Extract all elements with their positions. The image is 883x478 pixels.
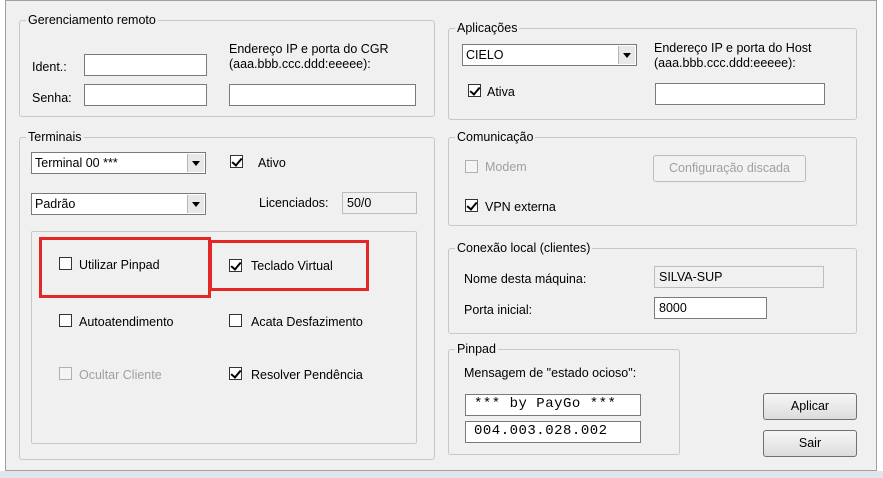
ident-input[interactable] xyxy=(84,54,207,76)
terminal-select-value: Terminal 00 *** xyxy=(35,156,118,170)
applications-group: Aplicações xyxy=(448,21,857,120)
ativa-label: Ativa xyxy=(487,85,515,99)
acata-desfazimento-checkbox[interactable] xyxy=(229,314,242,327)
check-icon xyxy=(230,367,242,379)
check-icon xyxy=(466,199,478,211)
idle-message-line1[interactable]: *** by PayGo *** xyxy=(465,394,641,416)
apply-button[interactable]: Aplicar xyxy=(763,393,857,420)
autoatendimento-checkbox[interactable] xyxy=(59,314,72,327)
senha-input[interactable] xyxy=(84,84,207,106)
machine-name-label: Nome desta máquina: xyxy=(464,272,587,286)
ident-label: Ident.: xyxy=(32,60,67,74)
dial-config-button: Configuração discada xyxy=(653,155,806,182)
taskbar-edge xyxy=(0,471,883,478)
chevron-down-icon[interactable] xyxy=(187,195,204,213)
idle-message-label: Mensagem de "estado ocioso": xyxy=(464,366,637,380)
ativo-label: Ativo xyxy=(258,156,286,170)
remote-management-legend: Gerenciamento remoto xyxy=(28,13,156,27)
pinpad-legend: Pinpad xyxy=(457,342,496,356)
application-select[interactable]: CIELO xyxy=(462,44,637,66)
resolver-pendencia-checkbox[interactable] xyxy=(229,367,242,380)
acata-desfazimento-label: Acata Desfazimento xyxy=(251,315,363,329)
start-port-input[interactable]: 8000 xyxy=(654,297,767,319)
ativo-checkbox[interactable] xyxy=(230,155,243,168)
idle-message-line2[interactable]: 004.003.028.002 xyxy=(465,421,641,443)
settings-dialog: Gerenciamento remoto Ident.: Senha: Ende… xyxy=(5,0,877,471)
start-port-label: Porta inicial: xyxy=(464,303,533,317)
cgr-label-line1: Endereço IP e porta do CGR xyxy=(229,42,389,56)
terminal-select[interactable]: Terminal 00 *** xyxy=(31,152,206,174)
terminals-legend: Terminais xyxy=(28,130,82,144)
modem-checkbox xyxy=(465,160,478,173)
mode-select-value: Padrão xyxy=(35,197,76,211)
machine-name-value: SILVA-SUP xyxy=(654,266,824,288)
highlight-box-pinpad xyxy=(39,237,211,298)
cgr-address-input[interactable] xyxy=(229,84,416,106)
mode-select[interactable]: Padrão xyxy=(31,193,206,215)
communication-legend: Comunicação xyxy=(457,130,534,144)
highlight-box-teclado xyxy=(209,240,369,291)
applications-legend: Aplicações xyxy=(457,21,518,35)
cgr-label-line2: (aaa.bbb.ccc.ddd:eeeee): xyxy=(229,57,371,71)
host-label-line1: Endereço IP e porta do Host xyxy=(654,41,812,55)
check-icon xyxy=(469,84,481,96)
resolver-pendencia-label: Resolver Pendência xyxy=(251,368,363,382)
licenciados-label: Licenciados: xyxy=(259,196,329,210)
exit-button[interactable]: Sair xyxy=(763,430,857,457)
modem-label: Modem xyxy=(485,160,527,174)
ocultar-cliente-checkbox xyxy=(59,367,72,380)
host-address-input[interactable] xyxy=(655,83,825,105)
local-connection-legend: Conexão local (clientes) xyxy=(457,241,591,255)
chevron-down-icon[interactable] xyxy=(187,154,204,172)
vpn-checkbox[interactable] xyxy=(465,199,478,212)
ativa-checkbox[interactable] xyxy=(468,84,481,97)
application-select-value: CIELO xyxy=(466,48,504,62)
autoatendimento-label: Autoatendimento xyxy=(79,315,174,329)
senha-label: Senha: xyxy=(32,91,72,105)
host-label-line2: (aaa.bbb.ccc.ddd:eeeee): xyxy=(654,56,796,70)
ocultar-cliente-label: Ocultar Cliente xyxy=(79,368,162,382)
chevron-down-icon[interactable] xyxy=(618,46,635,64)
licenciados-value: 50/0 xyxy=(342,192,417,214)
check-icon xyxy=(231,155,243,167)
vpn-label: VPN externa xyxy=(485,200,556,214)
